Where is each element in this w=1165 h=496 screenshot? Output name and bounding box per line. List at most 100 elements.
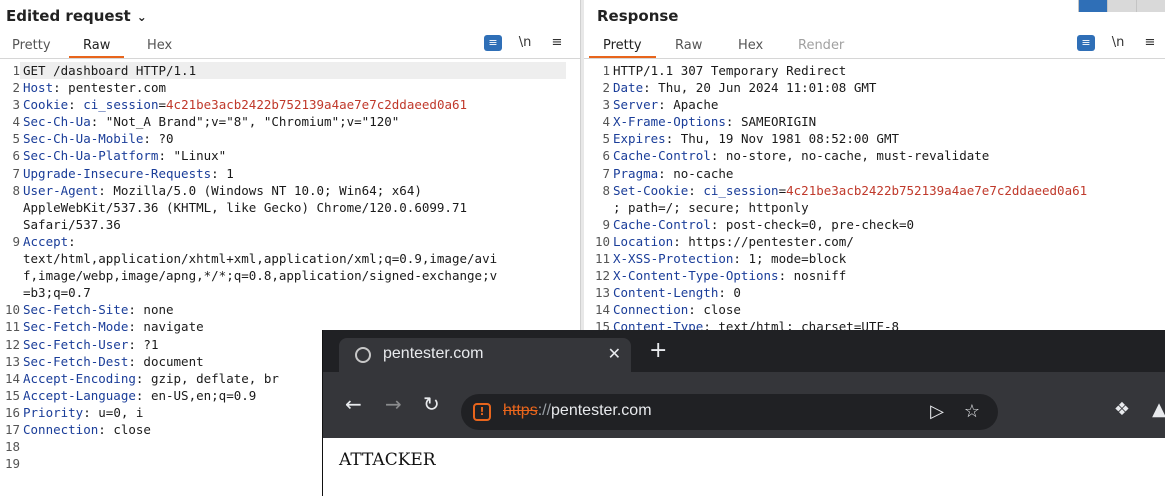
code-line: 10 Sec-Fetch-Site: none xyxy=(0,301,566,318)
line-number: 5 xyxy=(602,131,610,147)
layout-side-by-side-button[interactable] xyxy=(1078,0,1107,12)
code-line: 7 Upgrade-Insecure-Requests: 1 xyxy=(0,165,566,182)
header-value: 1; mode=block xyxy=(748,251,847,267)
line-number: 4 xyxy=(602,114,610,130)
header-value: navigate xyxy=(143,319,204,335)
line-text: ; path=/; secure; httponly xyxy=(613,199,809,215)
header-name: Cache-Control xyxy=(613,216,711,232)
code-line: 10 Location: https://pentester.com/ xyxy=(590,233,1161,250)
wrap-lines-icon[interactable]: ≡ xyxy=(484,35,502,51)
header-name: Accept xyxy=(23,233,69,249)
line-content: Location: https://pentester.com/ xyxy=(613,233,854,249)
request-tab-raw[interactable]: Raw xyxy=(69,37,125,58)
line-number xyxy=(590,199,610,216)
header-value: nosniff xyxy=(793,268,847,284)
menu-icon[interactable]: ≡ xyxy=(548,35,566,51)
back-icon[interactable]: ← xyxy=(345,394,362,414)
header-value: Apache xyxy=(673,97,719,113)
line-number: 8 xyxy=(602,182,610,198)
chevron-down-icon[interactable]: ⌄ xyxy=(137,10,147,24)
extensions-icon[interactable]: ❖ xyxy=(1114,400,1130,420)
request-title[interactable]: Edited request ⌄ xyxy=(6,7,147,25)
request-tab-pretty[interactable]: Pretty xyxy=(0,37,65,58)
browser-tab[interactable]: pentester.com ✕ xyxy=(339,338,631,372)
response-tab-render[interactable]: Render xyxy=(784,37,858,58)
header-name: Host xyxy=(23,80,54,96)
header-value: Thu, 20 Jun 2024 11:01:08 GMT xyxy=(658,80,877,96)
line-content: Host: pentester.com xyxy=(23,80,167,96)
code-line: 12 X-Content-Type-Options: nosniff xyxy=(590,267,1161,284)
line-content: Set-Cookie: ci_session=4c21be3acb2422b75… xyxy=(613,182,1088,198)
show-newlines-button[interactable]: \n xyxy=(1109,35,1127,51)
code-line: 3 Server: Apache xyxy=(590,96,1161,113)
line-number: 10 xyxy=(594,233,610,249)
line-content: Server: Apache xyxy=(613,97,719,113)
address-url[interactable]: https://pentester.com xyxy=(503,402,652,420)
header-name: Content-Length xyxy=(613,285,719,301)
code-line: 4 X-Frame-Options: SAMEORIGIN xyxy=(590,113,1161,130)
line-text: Safari/537.36 xyxy=(23,216,121,232)
line-content: Pragma: no-cache xyxy=(613,165,734,181)
code-line: 7 Pragma: no-cache xyxy=(590,165,1161,182)
not-secure-icon[interactable]: ! xyxy=(473,403,491,421)
layout-stacked-button[interactable] xyxy=(1107,0,1136,12)
line-text: GET /dashboard HTTP/1.1 xyxy=(23,63,197,78)
code-line: 1 GET /dashboard HTTP/1.1 xyxy=(0,62,566,80)
header-name: Connection xyxy=(613,302,689,318)
line-number: 1 xyxy=(602,63,610,78)
header-name: X-Content-Type-Options xyxy=(613,268,779,284)
new-tab-button[interactable]: + xyxy=(649,338,667,364)
header-value: "Not_A Brand";v="8", "Chromium";v="120" xyxy=(105,114,400,130)
code-line: 14 Connection: close xyxy=(590,301,1161,318)
header-value: gzip, deflate, br xyxy=(150,370,279,386)
code-line: 9 Accept: xyxy=(0,233,566,250)
line-content: X-XSS-Protection: 1; mode=block xyxy=(613,251,847,267)
header-name: Connection xyxy=(23,421,99,437)
line-number: 11 xyxy=(4,319,20,335)
line-number xyxy=(0,216,20,233)
line-number: 7 xyxy=(602,165,610,181)
cookie-value: 4c21be3acb2422b752139a4ae7e7c2ddaeed0a61 xyxy=(166,97,468,113)
header-value: post-check=0, pre-check=0 xyxy=(725,216,915,232)
close-tab-icon[interactable]: ✕ xyxy=(608,344,621,363)
line-content: X-Frame-Options: SAMEORIGIN xyxy=(613,114,817,130)
show-newlines-button[interactable]: \n xyxy=(516,35,534,51)
header-value: none xyxy=(143,302,174,318)
line-number: 3 xyxy=(602,97,610,113)
code-line: 5 Sec-Ch-Ua-Mobile: ?0 xyxy=(0,130,566,147)
request-tab-hex[interactable]: Hex xyxy=(133,37,186,58)
response-title: Response xyxy=(597,7,679,25)
menu-icon[interactable]: ≡ xyxy=(1141,35,1159,51)
response-tab-raw[interactable]: Raw xyxy=(661,37,716,58)
code-line: 2 Date: Thu, 20 Jun 2024 11:01:08 GMT xyxy=(590,79,1161,96)
layout-tabs-button[interactable] xyxy=(1136,0,1165,12)
header-value: close xyxy=(113,421,151,437)
line-number: 13 xyxy=(4,353,20,369)
extension-pin-icon[interactable]: ▲ xyxy=(1152,400,1165,420)
code-line: text/html,application/xhtml+xml,applicat… xyxy=(0,250,566,267)
header-name: Cookie xyxy=(23,97,69,113)
code-line: 6 Sec-Ch-Ua-Platform: "Linux" xyxy=(0,147,566,164)
response-tab-hex[interactable]: Hex xyxy=(724,37,777,58)
line-number xyxy=(0,267,20,284)
wrap-lines-icon[interactable]: ≡ xyxy=(1077,35,1095,51)
header-name: Date xyxy=(613,80,644,96)
header-value: SAMEORIGIN xyxy=(740,114,817,130)
reload-icon[interactable]: ↻ xyxy=(423,394,440,414)
line-number: 18 xyxy=(4,439,20,455)
code-line: AppleWebKit/537.36 (KHTML, like Gecko) C… xyxy=(0,199,566,216)
code-line: 8 User-Agent: Mozilla/5.0 (Windows NT 10.… xyxy=(0,182,566,199)
address-bar[interactable]: ! https://pentester.com ▷ ☆ xyxy=(461,394,998,430)
code-line: ; path=/; secure; httponly xyxy=(590,199,1161,216)
code-line: 1 HTTP/1.1 307 Temporary Redirect xyxy=(590,62,1161,79)
forward-icon[interactable]: → xyxy=(385,394,402,414)
response-tab-pretty[interactable]: Pretty xyxy=(589,37,656,58)
bookmark-star-icon[interactable]: ☆ xyxy=(964,402,980,422)
send-to-devices-icon[interactable]: ▷ xyxy=(930,402,944,422)
line-number: 7 xyxy=(12,165,20,181)
header-name: X-XSS-Protection xyxy=(613,251,734,267)
header-value: u=0, i xyxy=(98,404,144,420)
line-content: HTTP/1.1 307 Temporary Redirect xyxy=(610,62,1161,79)
header-name: X-Frame-Options xyxy=(613,114,726,130)
header-name: Sec-Fetch-User xyxy=(23,336,129,352)
